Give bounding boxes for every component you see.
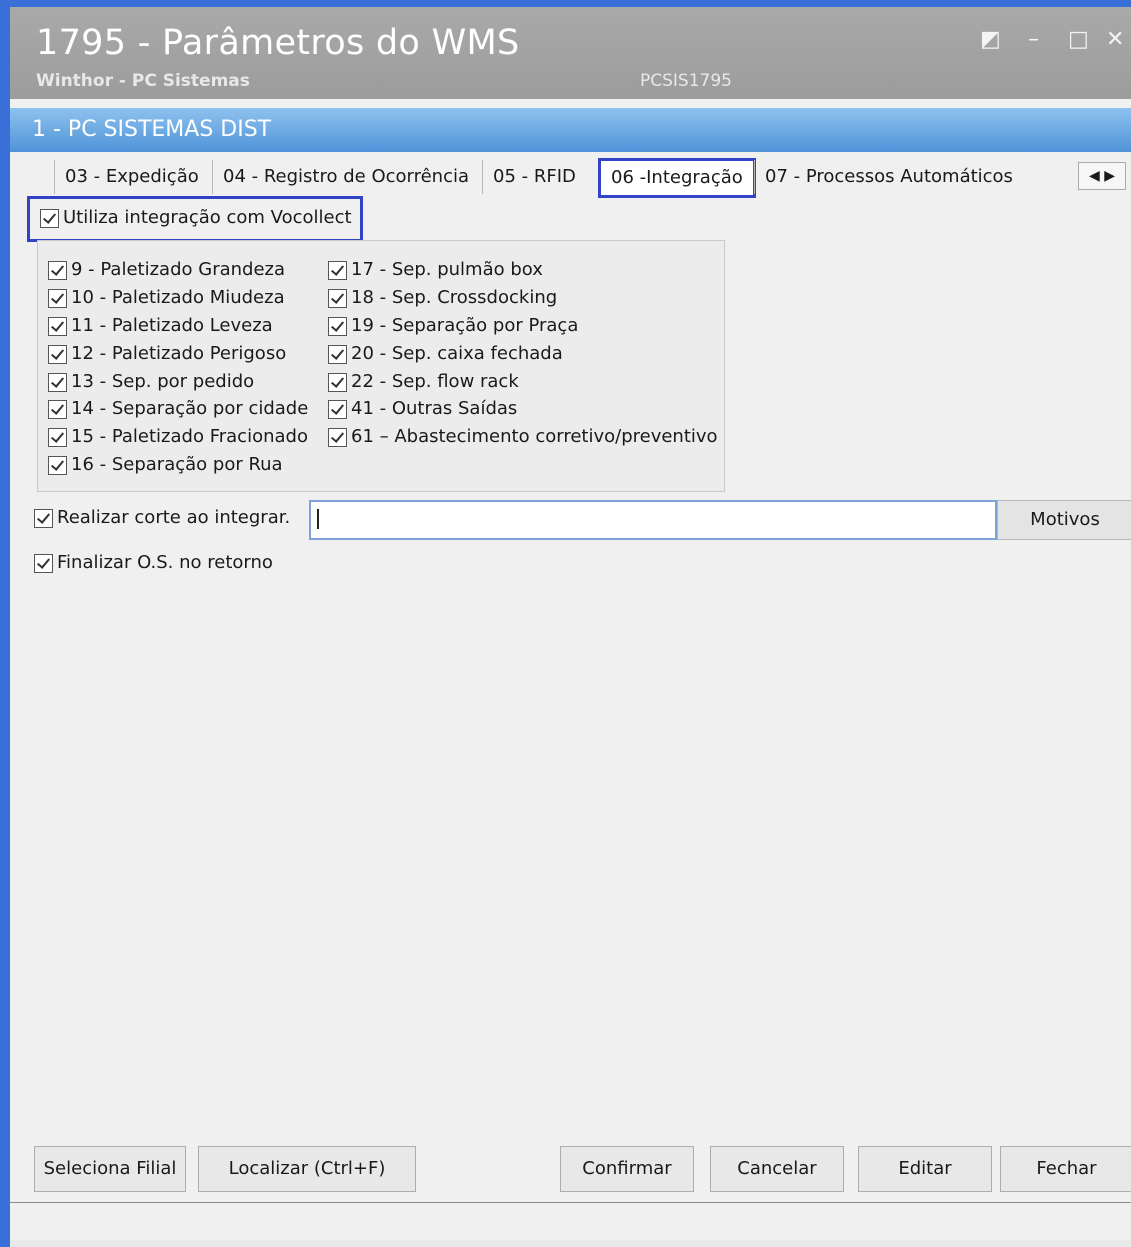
checkbox-checked-icon[interactable] xyxy=(40,208,59,228)
checkbox-checked-icon[interactable] xyxy=(48,260,67,280)
checkbox-checked-icon[interactable] xyxy=(48,372,67,392)
checkbox-checked-icon[interactable] xyxy=(34,508,53,528)
option-label: 13 - Sep. por pedido xyxy=(71,371,255,392)
tab-rfid[interactable]: 05 - RFID xyxy=(482,160,586,194)
bottom-border xyxy=(10,1240,1131,1247)
option-16[interactable]: 16 - Separação por Rua xyxy=(48,453,283,477)
select-branch-button[interactable]: Seleciona Filial xyxy=(34,1146,186,1192)
option-10[interactable]: 10 - Paletizado Miudeza xyxy=(48,286,285,310)
option-12[interactable]: 12 - Paletizado Perigoso xyxy=(48,342,286,366)
finalize-label: Finalizar O.S. no retorno xyxy=(57,552,273,573)
tab-scroll-arrows[interactable]: ◀ ▶ xyxy=(1078,162,1126,190)
option-label: 41 - Outras Saídas xyxy=(351,398,518,419)
tab-bar: 03 - Expedição 04 - Registro de Ocorrênc… xyxy=(10,152,1131,198)
option-label: 11 - Paletizado Leveza xyxy=(71,315,273,336)
maximize-icon[interactable]: □ xyxy=(1068,27,1089,52)
option-17[interactable]: 17 - Sep. pulmão box xyxy=(328,258,543,282)
option-11[interactable]: 11 - Paletizado Leveza xyxy=(48,314,273,338)
tab-registro-ocorrencia[interactable]: 04 - Registro de Ocorrência xyxy=(212,160,479,194)
tab-expedicao[interactable]: 03 - Expedição xyxy=(54,160,209,194)
option-15[interactable]: 15 - Paletizado Fracionado xyxy=(48,425,308,449)
motivos-button[interactable]: Motivos xyxy=(997,500,1131,540)
option-18[interactable]: 18 - Sep. Crossdocking xyxy=(328,286,557,310)
checkbox-checked-icon[interactable] xyxy=(34,553,53,573)
close-icon[interactable]: ✕ xyxy=(1106,27,1124,52)
edit-button[interactable]: Editar xyxy=(858,1146,992,1192)
checkbox-checked-icon[interactable] xyxy=(48,316,67,336)
checkbox-checked-icon[interactable] xyxy=(48,399,67,419)
option-label: 10 - Paletizado Miudeza xyxy=(71,287,285,308)
window-title: 1795 - Parâmetros do WMS xyxy=(36,23,520,63)
tab-processos-automaticos[interactable]: 07 - Processos Automáticos xyxy=(754,160,1023,194)
checkbox-checked-icon[interactable] xyxy=(328,372,347,392)
option-label: 61 – Abastecimento corretivo/preventivo xyxy=(351,426,718,447)
arrow-right-icon[interactable]: ▶ xyxy=(1104,168,1115,184)
checkbox-checked-icon[interactable] xyxy=(328,399,347,419)
checkbox-checked-icon[interactable] xyxy=(48,344,67,364)
option-19[interactable]: 19 - Separação por Praça xyxy=(328,314,578,338)
vocollect-label: Utiliza integração com Vocollect xyxy=(63,207,352,228)
option-13[interactable]: 13 - Sep. por pedido xyxy=(48,370,254,394)
option-label: 15 - Paletizado Fracionado xyxy=(71,426,308,447)
edit-icon[interactable]: ◩ xyxy=(980,27,1001,52)
option-label: 14 - Separação por cidade xyxy=(71,398,309,419)
cut-checkbox[interactable]: Realizar corte ao integrar. xyxy=(34,506,290,530)
minimize-icon[interactable]: – xyxy=(1028,27,1039,52)
close-button[interactable]: Fechar xyxy=(1000,1146,1131,1192)
tab-integracao[interactable]: 06 -Integração xyxy=(598,158,756,198)
finalize-checkbox[interactable]: Finalizar O.S. no retorno xyxy=(34,551,273,575)
integration-panel: Utiliza integração com Vocollect 9 - Pal… xyxy=(10,196,1131,1202)
cut-input[interactable] xyxy=(309,500,997,540)
option-label: 18 - Sep. Crossdocking xyxy=(351,287,558,308)
checkbox-checked-icon[interactable] xyxy=(328,344,347,364)
option-label: 12 - Paletizado Perigoso xyxy=(71,343,287,364)
option-label: 16 - Separação por Rua xyxy=(71,454,283,475)
option-label: 22 - Sep. flow rack xyxy=(351,371,519,392)
option-label: 9 - Paletizado Grandeza xyxy=(71,259,286,280)
confirm-button[interactable]: Confirmar xyxy=(560,1146,694,1192)
company-header: 1 - PC SISTEMAS DIST xyxy=(10,108,1131,152)
checkbox-checked-icon[interactable] xyxy=(328,427,347,447)
arrow-left-icon[interactable]: ◀ xyxy=(1089,168,1100,184)
status-bar xyxy=(10,1202,1131,1241)
vocollect-checkbox[interactable]: Utiliza integração com Vocollect xyxy=(40,206,352,230)
option-label: 19 - Separação por Praça xyxy=(351,315,579,336)
option-label: 17 - Sep. pulmão box xyxy=(351,259,543,280)
locate-button[interactable]: Localizar (Ctrl+F) xyxy=(198,1146,416,1192)
cancel-button[interactable]: Cancelar xyxy=(710,1146,844,1192)
option-61[interactable]: 61 – Abastecimento corretivo/preventivo xyxy=(328,425,718,449)
checkbox-checked-icon[interactable] xyxy=(328,316,347,336)
cut-label: Realizar corte ao integrar. xyxy=(57,507,291,528)
checkbox-checked-icon[interactable] xyxy=(328,260,347,280)
option-9[interactable]: 9 - Paletizado Grandeza xyxy=(48,258,285,282)
checkbox-checked-icon[interactable] xyxy=(328,288,347,308)
option-label: 20 - Sep. caixa fechada xyxy=(351,343,563,364)
checkbox-checked-icon[interactable] xyxy=(48,455,67,475)
program-code: PCSIS1795 xyxy=(640,71,732,91)
text-caret xyxy=(317,509,319,529)
window-subtitle: Winthor - PC Sistemas xyxy=(36,71,250,91)
option-20[interactable]: 20 - Sep. caixa fechada xyxy=(328,342,563,366)
title-bar: 1795 - Parâmetros do WMS Winthor - PC Si… xyxy=(10,7,1131,99)
checkbox-checked-icon[interactable] xyxy=(48,288,67,308)
option-14[interactable]: 14 - Separação por cidade xyxy=(48,397,308,421)
option-22[interactable]: 22 - Sep. flow rack xyxy=(328,370,519,394)
option-41[interactable]: 41 - Outras Saídas xyxy=(328,397,517,421)
checkbox-checked-icon[interactable] xyxy=(48,427,67,447)
